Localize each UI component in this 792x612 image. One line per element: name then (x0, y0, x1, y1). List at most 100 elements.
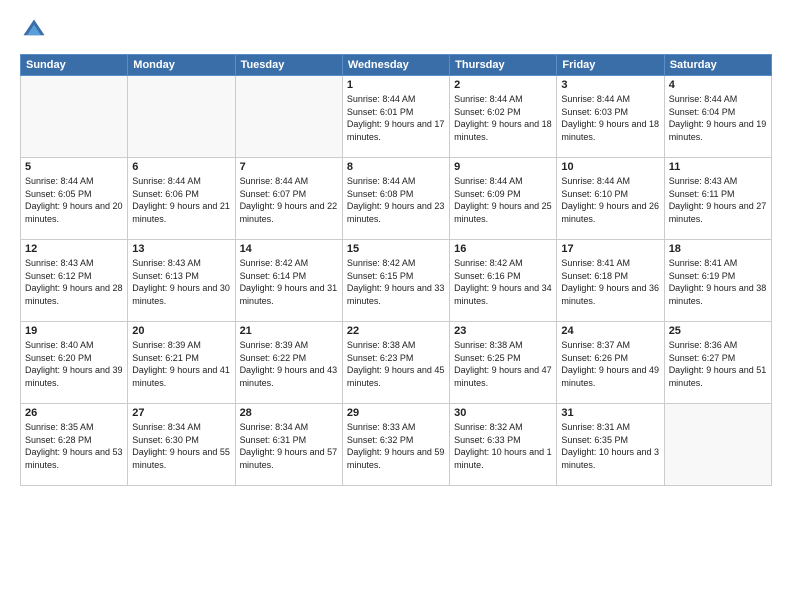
day-number: 2 (454, 79, 552, 91)
calendar-day-cell: 12 Sunrise: 8:43 AM Sunset: 6:12 PM Dayli… (21, 240, 128, 322)
day-number: 18 (669, 243, 767, 255)
day-number: 27 (132, 407, 230, 419)
calendar-day-cell (664, 404, 771, 486)
calendar-week-row: 19 Sunrise: 8:40 AM Sunset: 6:20 PM Dayli… (21, 322, 772, 404)
day-number: 25 (669, 325, 767, 337)
calendar-week-row: 1Sunrise: 8:44 AM Sunset: 6:01 PM Daylig… (21, 76, 772, 158)
day-info: Sunrise: 8:44 AM Sunset: 6:08 PM Dayligh… (347, 175, 445, 225)
calendar-day-cell: 20 Sunrise: 8:39 AM Sunset: 6:21 PM Dayli… (128, 322, 235, 404)
day-number: 20 (132, 325, 230, 337)
day-info: Sunrise: 8:44 AM Sunset: 6:06 PM Dayligh… (132, 175, 230, 225)
weekday-header: Tuesday (235, 55, 342, 76)
calendar-day-cell: 11Sunrise: 8:43 AM Sunset: 6:11 PM Dayli… (664, 158, 771, 240)
day-number: 16 (454, 243, 552, 255)
calendar-day-cell: 10 Sunrise: 8:44 AM Sunset: 6:10 PM Dayli… (557, 158, 664, 240)
weekday-header: Wednesday (342, 55, 449, 76)
day-number: 8 (347, 161, 445, 173)
weekday-header: Saturday (664, 55, 771, 76)
day-number: 9 (454, 161, 552, 173)
day-number: 28 (240, 407, 338, 419)
day-info: Sunrise: 8:34 AM Sunset: 6:30 PM Dayligh… (132, 421, 230, 471)
day-info: Sunrise: 8:43 AM Sunset: 6:12 PM Dayligh… (25, 257, 123, 307)
day-number: 19 (25, 325, 123, 337)
day-info: Sunrise: 8:41 AM Sunset: 6:19 PM Dayligh… (669, 257, 767, 307)
calendar-day-cell: 2 Sunrise: 8:44 AM Sunset: 6:02 PM Daylig… (450, 76, 557, 158)
day-info: Sunrise: 8:37 AM Sunset: 6:26 PM Dayligh… (561, 339, 659, 389)
day-number: 4 (669, 79, 767, 91)
calendar-day-cell: 30 Sunrise: 8:32 AM Sunset: 6:33 PM Dayli… (450, 404, 557, 486)
calendar-week-row: 12 Sunrise: 8:43 AM Sunset: 6:12 PM Dayli… (21, 240, 772, 322)
day-info: Sunrise: 8:43 AM Sunset: 6:11 PM Dayligh… (669, 175, 767, 225)
day-info: Sunrise: 8:32 AM Sunset: 6:33 PM Dayligh… (454, 421, 552, 471)
day-number: 24 (561, 325, 659, 337)
day-info: Sunrise: 8:34 AM Sunset: 6:31 PM Dayligh… (240, 421, 338, 471)
day-number: 10 (561, 161, 659, 173)
calendar-day-cell: 15Sunrise: 8:42 AM Sunset: 6:15 PM Dayli… (342, 240, 449, 322)
calendar-day-cell (235, 76, 342, 158)
day-number: 29 (347, 407, 445, 419)
day-info: Sunrise: 8:44 AM Sunset: 6:02 PM Dayligh… (454, 93, 552, 143)
day-info: Sunrise: 8:42 AM Sunset: 6:14 PM Dayligh… (240, 257, 338, 307)
day-number: 6 (132, 161, 230, 173)
calendar-day-cell: 31 Sunrise: 8:31 AM Sunset: 6:35 PM Dayli… (557, 404, 664, 486)
day-info: Sunrise: 8:41 AM Sunset: 6:18 PM Dayligh… (561, 257, 659, 307)
weekday-header: Sunday (21, 55, 128, 76)
day-info: Sunrise: 8:44 AM Sunset: 6:03 PM Dayligh… (561, 93, 659, 143)
calendar-day-cell: 4 Sunrise: 8:44 AM Sunset: 6:04 PM Daylig… (664, 76, 771, 158)
header (20, 16, 772, 44)
day-number: 3 (561, 79, 659, 91)
day-number: 30 (454, 407, 552, 419)
weekday-header: Thursday (450, 55, 557, 76)
calendar-day-cell: 19 Sunrise: 8:40 AM Sunset: 6:20 PM Dayli… (21, 322, 128, 404)
weekday-header: Monday (128, 55, 235, 76)
day-info: Sunrise: 8:39 AM Sunset: 6:21 PM Dayligh… (132, 339, 230, 389)
day-info: Sunrise: 8:42 AM Sunset: 6:16 PM Dayligh… (454, 257, 552, 307)
day-number: 7 (240, 161, 338, 173)
calendar-day-cell: 27 Sunrise: 8:34 AM Sunset: 6:30 PM Dayli… (128, 404, 235, 486)
day-number: 1 (347, 79, 445, 91)
day-number: 22 (347, 325, 445, 337)
calendar-week-row: 26 Sunrise: 8:35 AM Sunset: 6:28 PM Dayli… (21, 404, 772, 486)
calendar-day-cell: 1Sunrise: 8:44 AM Sunset: 6:01 PM Daylig… (342, 76, 449, 158)
day-info: Sunrise: 8:44 AM Sunset: 6:07 PM Dayligh… (240, 175, 338, 225)
calendar-day-cell: 5 Sunrise: 8:44 AM Sunset: 6:05 PM Daylig… (21, 158, 128, 240)
day-number: 12 (25, 243, 123, 255)
calendar-header-row: SundayMondayTuesdayWednesdayThursdayFrid… (21, 55, 772, 76)
day-info: Sunrise: 8:36 AM Sunset: 6:27 PM Dayligh… (669, 339, 767, 389)
calendar-day-cell: 26 Sunrise: 8:35 AM Sunset: 6:28 PM Dayli… (21, 404, 128, 486)
logo (20, 16, 52, 44)
calendar-day-cell: 25 Sunrise: 8:36 AM Sunset: 6:27 PM Dayli… (664, 322, 771, 404)
calendar-day-cell: 16 Sunrise: 8:42 AM Sunset: 6:16 PM Dayli… (450, 240, 557, 322)
day-info: Sunrise: 8:33 AM Sunset: 6:32 PM Dayligh… (347, 421, 445, 471)
calendar-day-cell: 7 Sunrise: 8:44 AM Sunset: 6:07 PM Daylig… (235, 158, 342, 240)
day-info: Sunrise: 8:43 AM Sunset: 6:13 PM Dayligh… (132, 257, 230, 307)
day-info: Sunrise: 8:44 AM Sunset: 6:04 PM Dayligh… (669, 93, 767, 143)
day-info: Sunrise: 8:44 AM Sunset: 6:05 PM Dayligh… (25, 175, 123, 225)
day-number: 5 (25, 161, 123, 173)
page: SundayMondayTuesdayWednesdayThursdayFrid… (0, 0, 792, 612)
calendar-day-cell: 17 Sunrise: 8:41 AM Sunset: 6:18 PM Dayli… (557, 240, 664, 322)
day-number: 13 (132, 243, 230, 255)
day-info: Sunrise: 8:35 AM Sunset: 6:28 PM Dayligh… (25, 421, 123, 471)
day-info: Sunrise: 8:44 AM Sunset: 6:10 PM Dayligh… (561, 175, 659, 225)
day-number: 21 (240, 325, 338, 337)
weekday-header: Friday (557, 55, 664, 76)
day-number: 26 (25, 407, 123, 419)
calendar-day-cell (21, 76, 128, 158)
day-number: 17 (561, 243, 659, 255)
calendar-day-cell (128, 76, 235, 158)
day-info: Sunrise: 8:38 AM Sunset: 6:25 PM Dayligh… (454, 339, 552, 389)
day-info: Sunrise: 8:39 AM Sunset: 6:22 PM Dayligh… (240, 339, 338, 389)
day-info: Sunrise: 8:38 AM Sunset: 6:23 PM Dayligh… (347, 339, 445, 389)
day-info: Sunrise: 8:44 AM Sunset: 6:09 PM Dayligh… (454, 175, 552, 225)
day-info: Sunrise: 8:40 AM Sunset: 6:20 PM Dayligh… (25, 339, 123, 389)
day-info: Sunrise: 8:42 AM Sunset: 6:15 PM Dayligh… (347, 257, 445, 307)
calendar-day-cell: 8 Sunrise: 8:44 AM Sunset: 6:08 PM Daylig… (342, 158, 449, 240)
day-number: 14 (240, 243, 338, 255)
day-info: Sunrise: 8:31 AM Sunset: 6:35 PM Dayligh… (561, 421, 659, 471)
day-number: 31 (561, 407, 659, 419)
calendar-day-cell: 22 Sunrise: 8:38 AM Sunset: 6:23 PM Dayli… (342, 322, 449, 404)
calendar-day-cell: 13 Sunrise: 8:43 AM Sunset: 6:13 PM Dayli… (128, 240, 235, 322)
calendar-day-cell: 28 Sunrise: 8:34 AM Sunset: 6:31 PM Dayli… (235, 404, 342, 486)
calendar-day-cell: 29 Sunrise: 8:33 AM Sunset: 6:32 PM Dayli… (342, 404, 449, 486)
